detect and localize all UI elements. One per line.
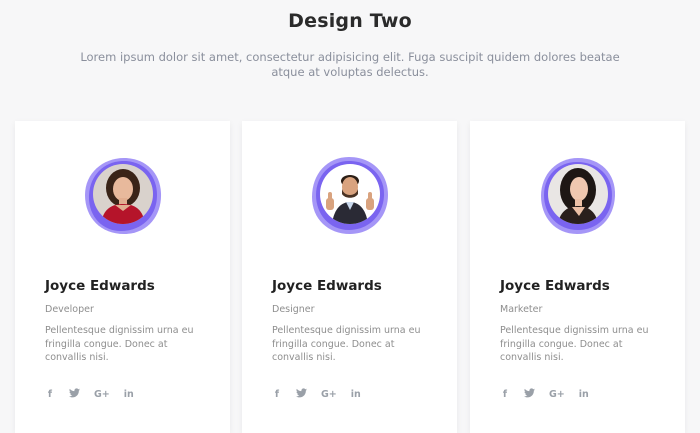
- member-name: Joyce Edwards: [272, 278, 382, 294]
- member-role: Designer: [272, 304, 315, 315]
- member-description: Pellentesque dignissim urna eu fringilla…: [272, 325, 421, 363]
- social-links: f G+ in: [45, 387, 134, 401]
- twitter-icon[interactable]: [69, 387, 80, 401]
- member-role: Developer: [45, 304, 94, 315]
- team-card-developer: Joyce Edwards Developer Pellentesque dig…: [15, 121, 230, 433]
- linkedin-icon[interactable]: in: [351, 389, 361, 400]
- google-plus-icon[interactable]: G+: [94, 389, 110, 400]
- man-thumbs-up-photo-icon: [320, 164, 380, 224]
- facebook-icon[interactable]: f: [45, 389, 55, 400]
- section-title: Design Two: [288, 10, 412, 32]
- avatar: [309, 155, 391, 237]
- facebook-icon[interactable]: f: [272, 389, 282, 400]
- facebook-icon[interactable]: f: [500, 389, 510, 400]
- member-description: Pellentesque dignissim urna eu fringilla…: [45, 325, 194, 363]
- twitter-icon[interactable]: [524, 387, 535, 401]
- woman-dark-hair-photo-icon: [548, 164, 608, 224]
- linkedin-icon[interactable]: in: [579, 389, 589, 400]
- social-links: f G+ in: [500, 387, 589, 401]
- google-plus-icon[interactable]: G+: [321, 389, 337, 400]
- avatar: [82, 155, 164, 237]
- team-card-designer: Joyce Edwards Designer Pellentesque dign…: [242, 121, 457, 433]
- linkedin-icon[interactable]: in: [124, 389, 134, 400]
- member-role: Marketer: [500, 304, 543, 315]
- member-name: Joyce Edwards: [500, 278, 610, 294]
- twitter-icon[interactable]: [296, 387, 307, 401]
- member-name: Joyce Edwards: [45, 278, 155, 294]
- google-plus-icon[interactable]: G+: [549, 389, 565, 400]
- woman-red-top-photo-icon: [93, 164, 153, 224]
- member-description: Pellentesque dignissim urna eu fringilla…: [500, 325, 649, 363]
- avatar: [537, 155, 619, 237]
- team-card-marketer: Joyce Edwards Marketer Pellentesque dign…: [470, 121, 685, 433]
- section-subtitle: Lorem ipsum dolor sit amet, consectetur …: [80, 50, 620, 79]
- social-links: f G+ in: [272, 387, 361, 401]
